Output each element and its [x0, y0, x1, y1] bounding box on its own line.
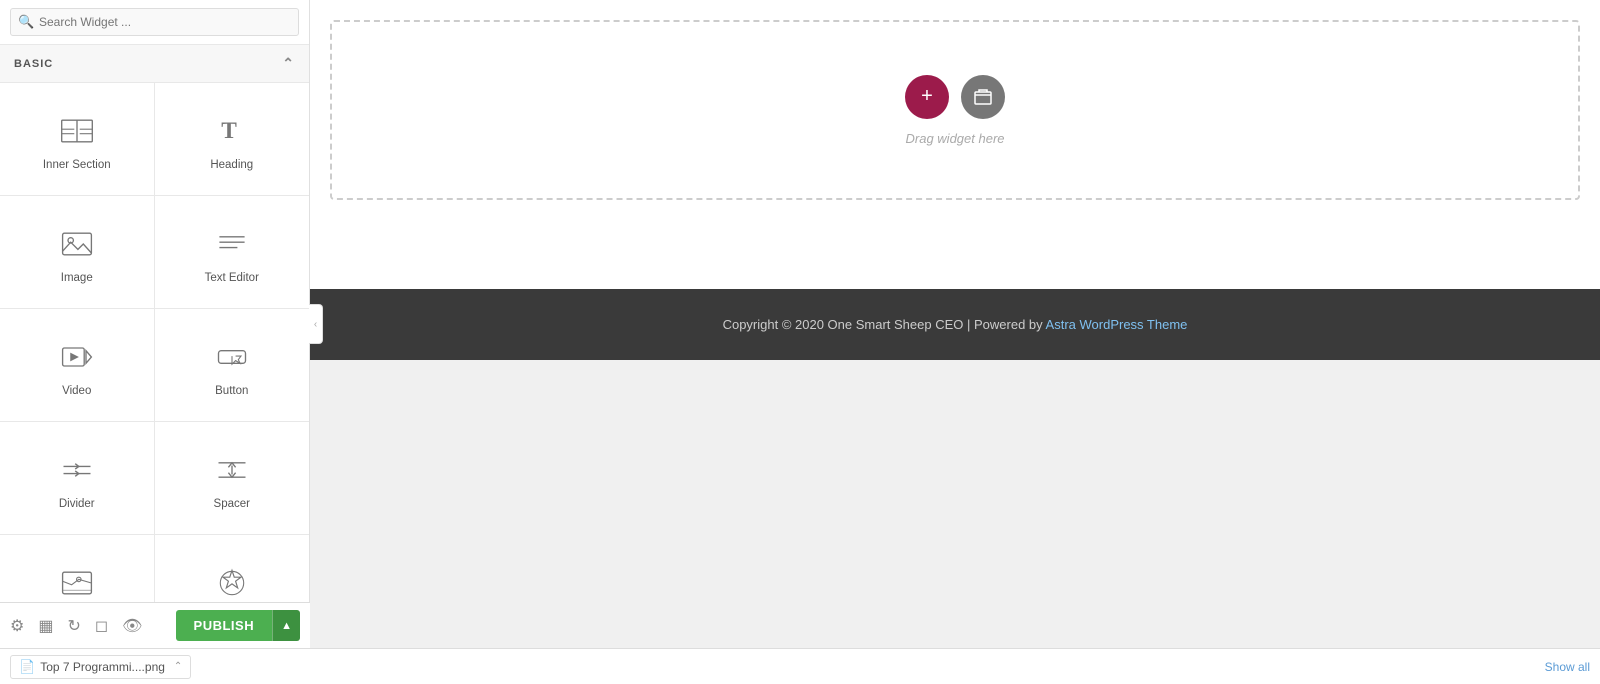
- widget-button[interactable]: Button: [155, 309, 310, 422]
- page-content: + Drag widget here: [310, 0, 1600, 289]
- file-icon: 📄: [19, 659, 35, 675]
- basic-section-header[interactable]: BASIC ⌃: [0, 45, 309, 83]
- taskbar-chevron-icon: ⌃: [174, 661, 182, 672]
- spacer-icon: [212, 450, 252, 490]
- add-widget-button[interactable]: +: [905, 75, 949, 119]
- icon-widget-icon: [212, 563, 252, 603]
- layers-icon[interactable]: ▦: [38, 616, 53, 636]
- widget-text-editor[interactable]: Text Editor: [155, 196, 310, 309]
- footer-text: Copyright © 2020 One Smart Sheep CEO | P…: [723, 317, 1046, 332]
- widget-divider[interactable]: Divider: [0, 422, 155, 535]
- chevron-down-icon: ⌃: [282, 55, 295, 72]
- history-icon[interactable]: ↻: [67, 616, 80, 636]
- canvas-area: + Drag widget here Copyright © 2020 One …: [310, 0, 1600, 648]
- publish-button[interactable]: PUBLISH: [176, 610, 273, 641]
- footer-link[interactable]: Astra WordPress Theme: [1046, 317, 1188, 332]
- publish-button-group: PUBLISH ▲: [176, 610, 300, 641]
- collapse-icon: ‹: [314, 319, 317, 330]
- widget-video-label: Video: [62, 385, 91, 397]
- drop-hint: Drag widget here: [906, 131, 1005, 146]
- google-maps-icon: [57, 563, 97, 603]
- taskbar-file-name: Top 7 Programmi....png: [40, 660, 165, 674]
- widget-image-label: Image: [61, 272, 93, 284]
- canvas-below-footer: [310, 360, 1600, 649]
- video-icon: [57, 337, 97, 377]
- search-bar: 🔍: [0, 0, 309, 45]
- bottom-toolbar: ⚙ ▦ ↻ ◻ 👁 PUBLISH ▲: [0, 602, 310, 648]
- text-editor-icon: [212, 224, 252, 264]
- search-icon: 🔍: [18, 14, 34, 30]
- widget-inner-section-label: Inner Section: [43, 159, 111, 171]
- widget-heading-label: Heading: [210, 159, 253, 171]
- widget-button-label: Button: [215, 385, 248, 397]
- heading-icon: T: [212, 111, 252, 151]
- widget-spacer-label: Spacer: [214, 498, 250, 510]
- taskbar: 📄 Top 7 Programmi....png ⌃ Show all: [0, 648, 1600, 684]
- widget-image[interactable]: Image: [0, 196, 155, 309]
- widgets-grid: Inner Section T Heading: [0, 83, 309, 648]
- show-all-button[interactable]: Show all: [1545, 660, 1590, 674]
- inner-section-icon: [57, 111, 97, 151]
- template-button[interactable]: [961, 75, 1005, 119]
- site-footer: Copyright © 2020 One Smart Sheep CEO | P…: [310, 289, 1600, 360]
- settings-icon[interactable]: ⚙: [10, 616, 24, 636]
- widget-heading[interactable]: T Heading: [155, 83, 310, 196]
- divider-icon: [57, 450, 97, 490]
- widget-video[interactable]: Video: [0, 309, 155, 422]
- section-label: BASIC: [14, 58, 53, 70]
- taskbar-file-item[interactable]: 📄 Top 7 Programmi....png ⌃: [10, 655, 191, 679]
- widget-divider-label: Divider: [59, 498, 95, 510]
- collapse-handle[interactable]: ‹: [309, 304, 323, 344]
- widget-spacer[interactable]: Spacer: [155, 422, 310, 535]
- responsive-icon[interactable]: ◻: [95, 616, 108, 636]
- widget-panel: 🔍 BASIC ⌃: [0, 0, 310, 648]
- image-icon: [57, 224, 97, 264]
- widget-inner-section[interactable]: Inner Section: [0, 83, 155, 196]
- button-icon: [212, 337, 252, 377]
- publish-dropdown-button[interactable]: ▲: [272, 610, 300, 641]
- preview-icon[interactable]: 👁: [122, 616, 142, 636]
- search-input[interactable]: [10, 8, 299, 36]
- drop-actions: +: [905, 75, 1005, 119]
- drop-zone[interactable]: + Drag widget here: [330, 20, 1580, 200]
- svg-text:T: T: [221, 118, 237, 144]
- widget-text-editor-label: Text Editor: [205, 272, 259, 284]
